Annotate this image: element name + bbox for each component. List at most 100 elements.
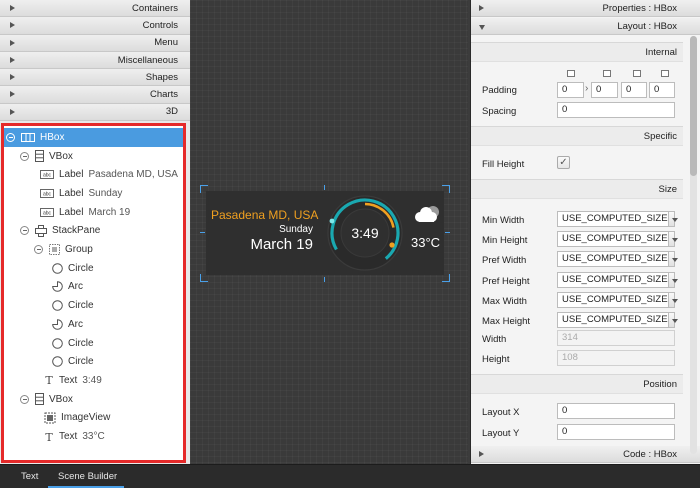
size-combo-max-height[interactable]: USE_COMPUTED_SIZE	[557, 312, 679, 328]
tree-item-label[interactable]: abc Label Pasadena MD, USA	[4, 165, 183, 184]
collapse-arrow-icon	[10, 91, 15, 98]
padding-top-field[interactable]: 0	[557, 82, 584, 98]
preview-day-label[interactable]: Sunday	[279, 224, 313, 235]
padding-right-field[interactable]: 0	[591, 82, 618, 98]
library-section-label: Containers	[132, 2, 178, 14]
hierarchy-tree: HBox VBox abc Label Pasadena MD, USA abc Label…	[1, 123, 186, 463]
combo-value[interactable]: USE_COMPUTED_SIZE	[557, 231, 669, 248]
tree-item-circle[interactable]: Circle	[4, 352, 183, 371]
tree-item-circle[interactable]: Circle	[4, 259, 183, 278]
tree-item-hbox[interactable]: HBox	[4, 128, 183, 147]
combo-value[interactable]: USE_COMPUTED_SIZE	[557, 251, 669, 268]
chevron-down-icon[interactable]	[668, 291, 679, 308]
padding-bottom-field[interactable]: 0	[621, 82, 647, 98]
library-section-charts[interactable]: Charts	[0, 86, 190, 104]
tree-item-vbox[interactable]: VBox	[4, 147, 183, 166]
library-section-controls[interactable]: Controls	[0, 17, 190, 35]
tree-item-imageview[interactable]: ImageView	[4, 409, 183, 428]
library-section-miscellaneous[interactable]: Miscellaneous	[0, 51, 190, 70]
tree-item-stackpane[interactable]: StackPane	[4, 222, 183, 241]
library-section-3d[interactable]: 3D	[0, 103, 190, 122]
inspector-panel: Properties : HBox Layout : HBox Internal…	[470, 0, 700, 464]
height-label: Height	[482, 354, 510, 365]
tree-item-group[interactable]: Group	[4, 240, 183, 259]
tree-item-label[interactable]: abc Label March 19	[4, 203, 183, 222]
hbox-preview[interactable]: Pasadena MD, USA Sunday March 19 3:49 33…	[206, 191, 444, 275]
code-header[interactable]: Code : HBox	[471, 446, 700, 463]
chevron-down-icon[interactable]	[668, 312, 679, 328]
size-label-pref-width: Pref Width	[482, 255, 527, 267]
size-combo-max-width[interactable]: USE_COMPUTED_SIZE	[557, 291, 679, 308]
size-combo-pref-width[interactable]: USE_COMPUTED_SIZE	[557, 251, 679, 268]
layout-x-field[interactable]: 0	[557, 403, 675, 419]
svg-text:abc: abc	[43, 210, 52, 216]
library-section-menu[interactable]: Menu	[0, 34, 190, 52]
tree-item-vbox[interactable]: VBox	[4, 390, 183, 409]
combo-value[interactable]: USE_COMPUTED_SIZE	[557, 211, 669, 227]
size-combo-min-width[interactable]: USE_COMPUTED_SIZE	[557, 211, 679, 227]
size-combo-min-height[interactable]: USE_COMPUTED_SIZE	[557, 231, 679, 248]
collapse-toggle-icon[interactable]	[20, 394, 29, 404]
inspector-scrollbar[interactable]	[690, 36, 697, 454]
size-combo-pref-height[interactable]: USE_COMPUTED_SIZE	[557, 271, 679, 288]
tree-item-arc[interactable]: Arc	[4, 278, 183, 297]
tab-text[interactable]: Text	[21, 471, 38, 482]
layout-header[interactable]: Layout : HBox	[471, 18, 700, 35]
preview-city-label[interactable]: Pasadena MD, USA	[211, 208, 318, 222]
handle-bl-h	[200, 281, 208, 282]
tree-item-text[interactable]: T Text 3:49	[4, 371, 183, 390]
tree-item-arc[interactable]: Arc	[4, 315, 183, 334]
combo-value[interactable]: USE_COMPUTED_SIZE	[557, 312, 669, 328]
tree-item-value: Pasadena MD, USA	[88, 169, 178, 181]
tree-item-name: Arc	[68, 281, 83, 293]
scrollbar-thumb[interactable]	[690, 36, 697, 176]
collapse-toggle-icon[interactable]	[6, 132, 15, 142]
library-section-label: Miscellaneous	[117, 54, 178, 66]
padding-link-icon[interactable]: ›	[585, 83, 588, 94]
collapse-arrow-icon	[10, 22, 15, 29]
clock-stackpane[interactable]: 3:49	[323, 191, 407, 275]
tree-item-label[interactable]: abc Label Sunday	[4, 184, 183, 203]
height-field[interactable]: 108	[557, 350, 675, 366]
chevron-down-icon[interactable]	[668, 211, 679, 227]
chevron-down-icon[interactable]	[668, 271, 679, 288]
layout-y-field[interactable]: 0	[557, 424, 675, 440]
collapse-toggle-icon[interactable]	[34, 245, 43, 255]
svg-text:abc: abc	[43, 192, 52, 198]
chevron-down-icon[interactable]	[668, 251, 679, 268]
collapse-toggle-icon[interactable]	[20, 226, 29, 236]
svg-text:T: T	[45, 432, 53, 442]
tree-item-name: Text	[59, 374, 78, 386]
combo-value[interactable]: USE_COMPUTED_SIZE	[557, 291, 669, 308]
tab-scene-builder[interactable]: Scene Builder	[58, 471, 117, 482]
imageview-icon	[44, 412, 56, 424]
orange-dot-circle	[389, 242, 395, 248]
content-canvas[interactable]: Pasadena MD, USA Sunday March 19 3:49 33…	[190, 0, 468, 464]
tree-item-name: Text	[59, 431, 78, 443]
chevron-down-icon[interactable]	[668, 231, 679, 248]
circle-icon	[52, 337, 63, 349]
spacing-field[interactable]: 0	[557, 102, 675, 118]
fill-height-checkbox[interactable]: ✓	[557, 156, 570, 169]
preview-date-label[interactable]: March 19	[250, 236, 313, 253]
arc-icon	[52, 281, 63, 293]
library-section-shapes[interactable]: Shapes	[0, 69, 190, 87]
tree-item-circle[interactable]: Circle	[4, 296, 183, 315]
width-label: Width	[482, 334, 507, 345]
combo-value[interactable]: USE_COMPUTED_SIZE	[557, 271, 669, 288]
collapse-toggle-icon[interactable]	[20, 151, 29, 161]
tree-item-circle[interactable]: Circle	[4, 334, 183, 353]
library-section-containers[interactable]: Containers	[0, 0, 190, 18]
tree-item-name: VBox	[49, 150, 73, 162]
padding-left-field[interactable]: 0	[649, 82, 675, 98]
label-icon: abc	[40, 188, 54, 198]
preview-temperature-text[interactable]: 33°C	[411, 235, 440, 250]
cloud-icon[interactable]	[412, 203, 442, 225]
tree-item-text[interactable]: T Text 33°C	[4, 427, 183, 446]
library-sections: Containers Controls Menu Miscellaneous Shape…	[0, 0, 190, 122]
properties-header[interactable]: Properties : HBox	[471, 0, 700, 17]
section-position: Position	[471, 374, 683, 394]
width-field[interactable]: 314	[557, 330, 675, 346]
tree-item-name: ImageView	[61, 412, 111, 424]
handle-top-mid	[324, 185, 325, 190]
